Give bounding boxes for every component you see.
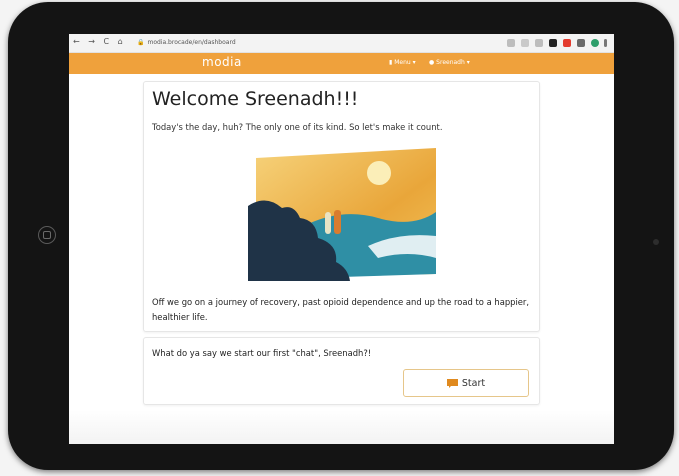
chat-bubble-icon: ▮ [389, 59, 393, 66]
caret-down-icon: ▾ [412, 59, 416, 66]
menu-dropdown[interactable]: ▮ Menu ▾ [389, 59, 416, 66]
home-button[interactable] [38, 226, 56, 244]
chat-prompt: What do ya say we start our first "chat"… [152, 348, 372, 358]
welcome-title: Welcome Sreenadh!!! [152, 88, 359, 110]
journey-text: Off we go on a journey of recovery, past… [152, 297, 530, 322]
extension-icon[interactable] [563, 39, 571, 47]
tablet-screen: ← → C ⌂ 🔒 modia.brocade/en/dashboard modi… [69, 34, 614, 444]
browser-extensions [507, 37, 612, 49]
journey-illustration [248, 148, 436, 281]
start-chat-button[interactable]: Start [403, 369, 529, 397]
chat-bubble-icon [446, 378, 458, 388]
figure-shape [325, 212, 331, 234]
extension-icon[interactable] [549, 39, 557, 47]
user-icon: ● [429, 59, 435, 66]
sun-shape [367, 161, 391, 185]
url-text: modia.brocade/en/dashboard [147, 39, 236, 46]
front-camera [653, 239, 659, 245]
address-bar[interactable]: 🔒 modia.brocade/en/dashboard [137, 37, 549, 49]
puzzle-icon[interactable] [577, 39, 585, 47]
lock-icon: 🔒 [137, 39, 145, 46]
star-icon[interactable] [521, 39, 529, 47]
menu-label: Menu [394, 59, 411, 66]
app-navbar: modia ▮ Menu ▾ ● Sreenadh ▾ [69, 53, 614, 74]
user-label: Sreenadh [436, 59, 465, 66]
chat-card: What do ya say we start our first "chat"… [143, 337, 540, 405]
browser-toolbar: ← → C ⌂ 🔒 modia.brocade/en/dashboard [69, 34, 614, 53]
kebab-menu-icon[interactable] [604, 39, 607, 47]
start-label: Start [461, 377, 486, 389]
figure-shape [334, 210, 341, 234]
welcome-card: Welcome Sreenadh!!! Today's the day, huh… [143, 81, 540, 332]
caret-down-icon: ▾ [466, 59, 470, 66]
page-footer-area [69, 410, 614, 444]
extension-icon[interactable] [535, 39, 543, 47]
extension-icon[interactable] [507, 39, 515, 47]
photo-scene: ← → C ⌂ 🔒 modia.brocade/en/dashboard modi… [0, 0, 679, 476]
user-dropdown[interactable]: ● Sreenadh ▾ [429, 59, 470, 66]
brand-logo[interactable]: modia [202, 55, 242, 69]
profile-avatar-icon[interactable] [591, 39, 599, 47]
browser-nav-buttons[interactable]: ← → C ⌂ [73, 37, 126, 46]
tagline-text: Today's the day, huh? The only one of it… [152, 122, 443, 132]
